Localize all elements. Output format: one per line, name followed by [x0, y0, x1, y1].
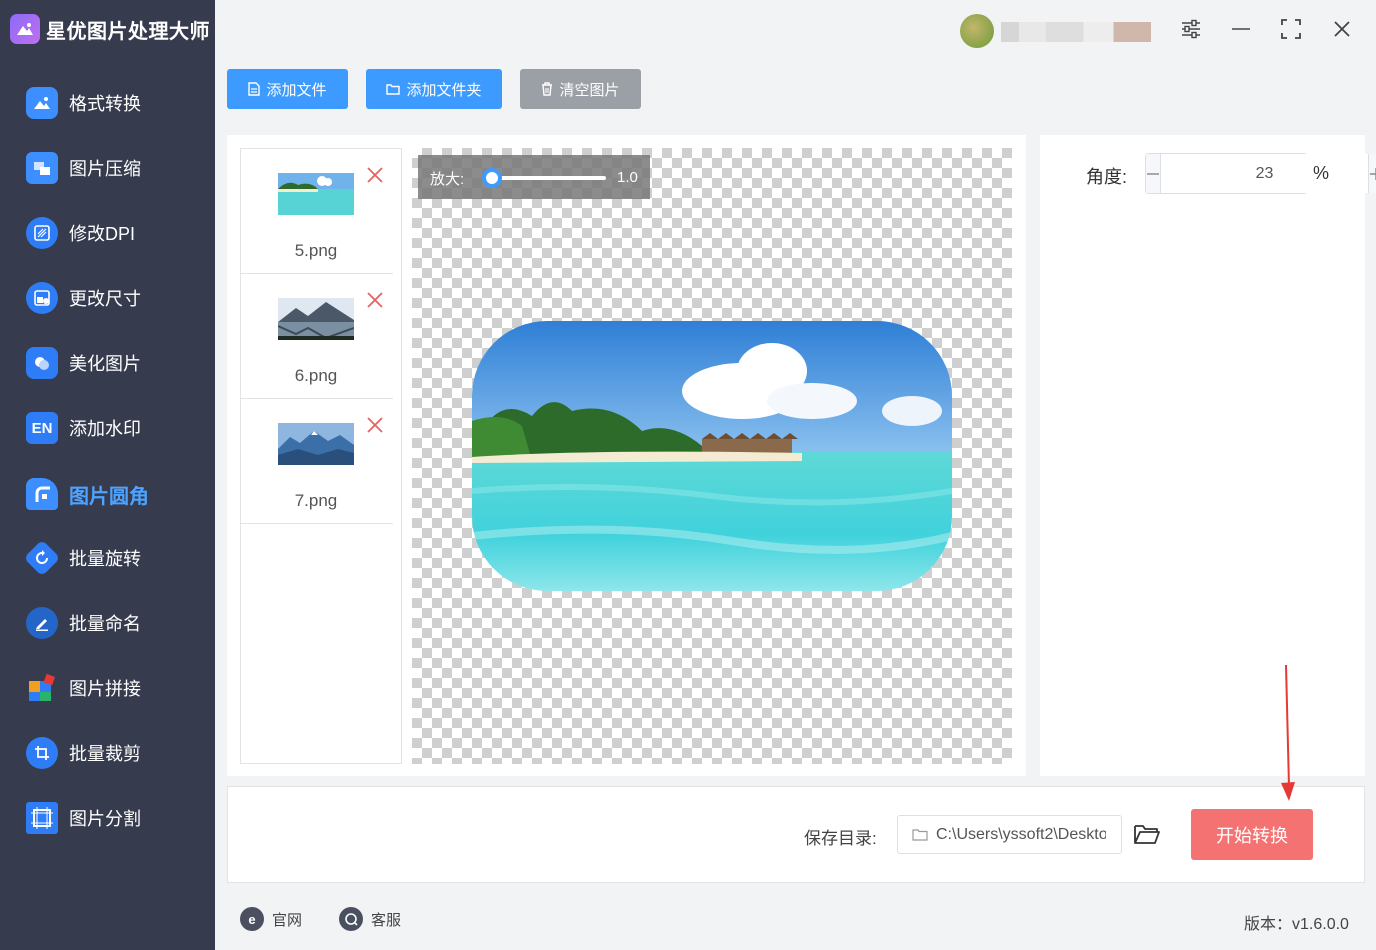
delete-icon[interactable]	[365, 290, 385, 310]
list-item[interactable]: 7.png	[241, 399, 393, 524]
sidebar-item-rename[interactable]: 批量命名	[0, 594, 215, 652]
angle-label: 角度:	[1086, 163, 1127, 189]
zoom-value: 1.0	[617, 169, 638, 186]
app-logo-icon	[10, 14, 40, 44]
thumbnail	[278, 173, 354, 215]
sidebar-item-beautify[interactable]: 美化图片	[0, 334, 215, 392]
sidebar-item-label: 修改DPI	[69, 220, 135, 246]
sidebar-item-puzzle[interactable]: 图片拼接	[0, 659, 215, 717]
delete-icon[interactable]	[365, 415, 385, 435]
plus-icon	[1369, 167, 1376, 181]
image-convert-icon	[26, 87, 58, 119]
output-path-field[interactable]	[897, 815, 1122, 854]
sidebar-item-crop[interactable]: 批量裁剪	[0, 724, 215, 782]
file-name: 7.png	[241, 491, 391, 511]
angle-input[interactable]	[1160, 154, 1369, 193]
delete-icon[interactable]	[365, 165, 385, 185]
crop-icon	[26, 737, 58, 769]
support-link[interactable]: 客服	[339, 907, 401, 931]
sidebar-item-rotate[interactable]: 批量旋转	[0, 529, 215, 587]
sidebar-item-label: 图片拼接	[69, 675, 141, 701]
add-folder-button[interactable]: 添加文件夹	[366, 69, 502, 109]
add-file-button[interactable]: 添加文件	[227, 69, 348, 109]
minus-icon	[1146, 167, 1160, 181]
sidebar-item-dpi[interactable]: 修改DPI	[0, 204, 215, 262]
angle-unit: %	[1313, 163, 1329, 184]
website-link[interactable]: e 官网	[240, 907, 302, 931]
zoom-slider-track[interactable]	[490, 176, 606, 180]
sidebar-item-label: 图片分割	[69, 805, 141, 831]
sidebar-item-rounded-corner[interactable]: 图片圆角	[0, 465, 215, 523]
avatar[interactable]	[960, 14, 994, 48]
brand: 星优图片处理大师	[0, 0, 215, 58]
file-name: 5.png	[241, 241, 391, 261]
file-icon	[248, 82, 260, 96]
start-convert-button[interactable]: 开始转换	[1191, 809, 1313, 860]
annotation-arrow	[1276, 665, 1300, 805]
add-file-label: 添加文件	[266, 79, 326, 100]
watermark-icon: EN	[26, 412, 58, 444]
beautify-icon	[26, 347, 58, 379]
close-icon[interactable]	[1327, 14, 1357, 44]
sidebar-item-label: 批量旋转	[69, 545, 141, 571]
browse-folder-icon[interactable]	[1133, 822, 1161, 848]
rounded-corner-icon	[26, 478, 58, 510]
list-item[interactable]: 6.png	[241, 274, 393, 399]
dpi-icon	[26, 217, 58, 249]
clear-images-label: 清空图片	[559, 79, 619, 100]
trash-icon	[541, 82, 553, 96]
sidebar-item-compress[interactable]: 图片压缩	[0, 139, 215, 197]
decrement-button[interactable]	[1146, 154, 1160, 193]
sidebar-item-label: 图片压缩	[69, 155, 141, 181]
support-label: 客服	[371, 909, 401, 930]
compress-icon	[26, 152, 58, 184]
settings-panel	[1040, 135, 1365, 776]
settings-sliders-icon[interactable]	[1176, 14, 1206, 44]
browser-icon: e	[240, 907, 264, 931]
rename-icon	[26, 607, 58, 639]
thumbnail	[278, 423, 354, 465]
chat-support-icon	[339, 907, 363, 931]
sidebar-item-resize[interactable]: 更改尺寸	[0, 269, 215, 327]
sidebar-item-format-convert[interactable]: 格式转换	[0, 74, 215, 132]
minimize-icon[interactable]	[1226, 14, 1256, 44]
app-title: 星优图片处理大师	[46, 15, 210, 44]
sidebar-item-label: 美化图片	[69, 350, 141, 376]
split-icon	[26, 802, 58, 834]
preview-image	[472, 321, 952, 591]
image-preview-canvas	[412, 148, 1012, 764]
sidebar-item-label: 批量裁剪	[69, 740, 141, 766]
output-dir-label: 保存目录:	[804, 824, 877, 849]
folder-icon	[386, 83, 400, 95]
sidebar-item-label: 图片圆角	[69, 480, 149, 509]
zoom-slider-handle[interactable]	[482, 168, 502, 188]
sidebar-item-label: 更改尺寸	[69, 285, 141, 311]
file-name: 6.png	[241, 366, 391, 386]
sidebar-item-label: 格式转换	[69, 90, 141, 116]
username-blurred	[1001, 22, 1151, 42]
file-list: 5.png 6.png 7.png	[240, 148, 402, 764]
folder-icon	[912, 828, 928, 841]
sidebar-item-watermark[interactable]: EN 添加水印	[0, 399, 215, 457]
zoom-control: 放大: 1.0	[418, 155, 650, 199]
puzzle-icon	[26, 672, 58, 704]
output-path-input[interactable]	[936, 826, 1106, 844]
increment-button[interactable]	[1369, 154, 1376, 193]
sidebar: 星优图片处理大师 格式转换 图片压缩 修改DPI 更改尺寸 美化图片 EN 添加…	[0, 0, 215, 950]
website-label: 官网	[272, 909, 302, 930]
sidebar-item-split[interactable]: 图片分割	[0, 789, 215, 847]
clear-images-button[interactable]: 清空图片	[520, 69, 641, 109]
sidebar-item-label: 添加水印	[69, 415, 141, 441]
title-bar	[215, 0, 1376, 58]
version-text: 版本：v1.6.0.0	[1244, 910, 1349, 934]
zoom-label: 放大:	[430, 168, 464, 189]
rotate-icon	[24, 540, 61, 577]
resize-icon	[26, 282, 58, 314]
sidebar-item-label: 批量命名	[69, 610, 141, 636]
maximize-icon[interactable]	[1276, 14, 1306, 44]
list-item[interactable]: 5.png	[241, 149, 393, 274]
add-folder-label: 添加文件夹	[406, 79, 481, 100]
angle-stepper	[1145, 153, 1307, 194]
thumbnail	[278, 298, 354, 340]
